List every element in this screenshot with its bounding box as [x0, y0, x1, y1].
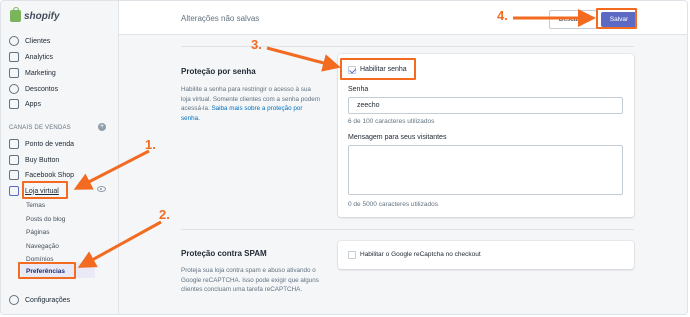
app-window: shopify Clientes Analytics Marketing Des…	[0, 0, 688, 315]
annotation-arrows	[73, 9, 596, 268]
arrow-1	[73, 149, 150, 190]
arrow-2	[77, 220, 162, 268]
arrow-3	[266, 46, 341, 72]
